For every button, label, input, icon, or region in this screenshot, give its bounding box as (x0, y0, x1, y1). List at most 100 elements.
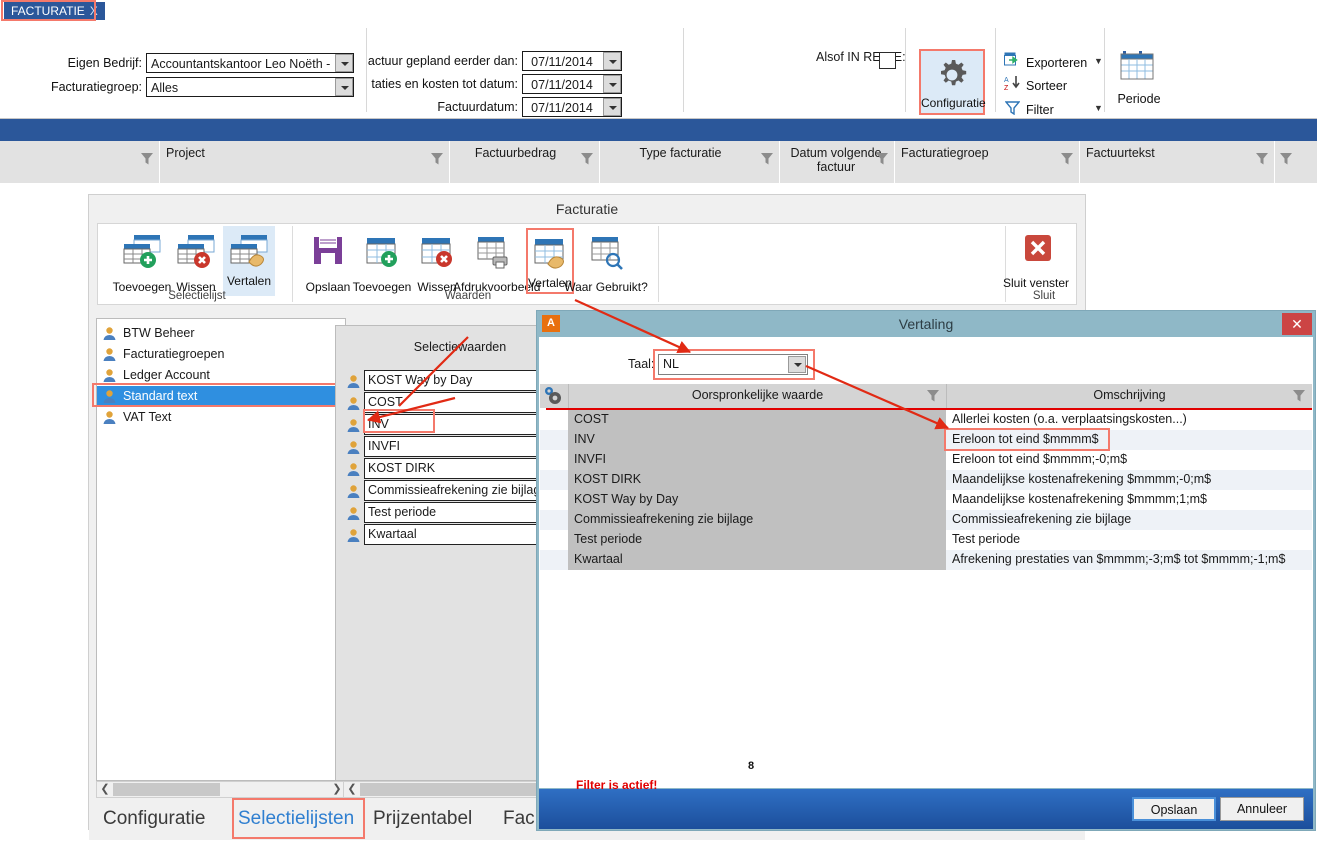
filter-icon[interactable] (580, 152, 594, 166)
filter-icon (1005, 101, 1020, 115)
table-row[interactable]: KOST DIRK Maandelijkse kostenafrekening … (540, 470, 1312, 490)
column-header-factuurbedrag[interactable]: Factuurbedrag (450, 141, 600, 183)
annuleer-button[interactable]: Annuleer (1220, 797, 1304, 821)
svg-text:A: A (1004, 77, 1009, 84)
close-icon[interactable]: ✕ (1282, 313, 1312, 335)
factuurdatum-date[interactable]: 07/11/2014 (522, 97, 622, 117)
column-header-type-facturatie[interactable]: Type facturatie (600, 141, 780, 183)
factuur-gepland-value: 07/11/2014 (523, 53, 601, 71)
tree-hscrollbar[interactable]: ❮ ❯ (96, 781, 346, 798)
waarden-afdrukvoorbeeld-button[interactable]: Afdrukvoorbeeld (471, 232, 515, 275)
row-description[interactable]: Allerlei kosten (o.a. verplaatsingskoste… (946, 410, 1312, 430)
tab-configuratie[interactable]: Configuratie (103, 802, 205, 836)
selectielijst-vertalen-label: Vertalen (209, 274, 289, 288)
chevron-down-icon[interactable] (335, 54, 353, 72)
configuratie-button[interactable]: Configuratie (919, 49, 985, 115)
alsof-in-regie-checkbox[interactable] (879, 52, 896, 69)
user-icon (346, 396, 361, 411)
row-description-highlight (944, 428, 1110, 451)
waarden-opslaan-button[interactable]: Opslaan (306, 232, 350, 275)
column-header-datum-volgende-factuur[interactable]: Datum volgende factuur (780, 141, 895, 183)
vertaling-column-omschrijving[interactable]: Omschrijving (946, 384, 1312, 408)
grid-settings-button[interactable] (540, 384, 568, 408)
waarden-toevoegen-button[interactable]: Toevoegen (360, 232, 404, 275)
column-header-datum-volgende-factuur-label: Datum volgende factuur (782, 146, 890, 174)
scroll-thumb[interactable] (360, 783, 560, 796)
filter-icon[interactable] (140, 152, 154, 166)
sorteer-label[interactable]: Sorteer (1026, 78, 1067, 94)
selectielijst-vertalen-button[interactable]: Vertalen (223, 226, 275, 296)
column-header-factuurtekst[interactable]: Factuurtekst (1080, 141, 1275, 183)
row-description[interactable]: Commissieafrekening zie bijlage (946, 510, 1312, 530)
filter-icon[interactable] (430, 152, 444, 166)
chevron-down-icon[interactable] (603, 52, 621, 70)
chevron-down-icon[interactable] (603, 75, 621, 93)
column-header-facturatiegroep[interactable]: Facturatiegroep (895, 141, 1080, 183)
group-label-sluit: Sluit (1008, 290, 1080, 302)
facturatiegroep-value: Alles (151, 79, 333, 97)
table-delete-icon (174, 232, 218, 272)
window-tab-strip: FACTURATIEX (0, 0, 1317, 23)
row-original: INVFI (568, 450, 946, 470)
tab-prijzentabel[interactable]: Prijzentabel (373, 802, 472, 836)
filter-button[interactable] (1005, 101, 1020, 118)
filter-icon[interactable] (1292, 389, 1306, 403)
chevron-down-icon[interactable] (603, 98, 621, 116)
filter-icon[interactable] (875, 152, 889, 166)
exporteren-label[interactable]: Exporteren (1026, 55, 1087, 71)
chevron-down-icon[interactable] (335, 78, 353, 96)
column-header-project[interactable]: Project (160, 141, 450, 183)
row-description[interactable]: Maandelijkse kostenafrekening $mmmm;-0;m… (946, 470, 1312, 490)
sluit-venster-button[interactable]: Sluit venster (1014, 232, 1058, 271)
blue-separator-band (0, 119, 1317, 141)
tree-item-vat-text[interactable]: VAT Text (97, 407, 345, 428)
tab-fac[interactable]: Fac (503, 802, 535, 836)
scroll-left-icon[interactable]: ❮ (98, 782, 112, 797)
scroll-left-icon[interactable]: ❮ (345, 782, 359, 797)
filter-icon[interactable] (1279, 152, 1293, 166)
tree-item-facturatiegroepen[interactable]: Facturatiegroepen (97, 344, 345, 365)
column-header-blank-left[interactable] (0, 141, 160, 183)
table-row[interactable]: Kwartaal Afrekening prestaties van $mmmm… (540, 550, 1312, 570)
waarden-waar-gebruikt-button[interactable]: Waar Gebruikt? (584, 232, 628, 275)
selectielijst-wissen-button[interactable]: Wissen (174, 232, 218, 275)
opslaan-button[interactable]: Opslaan (1132, 797, 1216, 821)
selectielijst-toevoegen-button[interactable]: Toevoegen (120, 232, 164, 275)
sorteer-button[interactable]: A Z (1004, 75, 1022, 94)
row-description[interactable]: Test periode (946, 530, 1312, 550)
vertaling-column-oorspronkelijke-waarde[interactable]: Oorspronkelijke waarde (568, 384, 946, 408)
filter-label[interactable]: Filter (1026, 102, 1054, 118)
column-header-blank-right[interactable] (1275, 141, 1317, 183)
row-description[interactable]: Maandelijkse kostenafrekening $mmmm;1;m$ (946, 490, 1312, 510)
exporteren-button[interactable] (1004, 52, 1020, 69)
eigen-bedrijf-combo[interactable]: Accountantskantoor Leo Noëth - Na (146, 53, 354, 73)
factuur-gepland-date[interactable]: 07/11/2014 (522, 51, 622, 71)
exporteren-chevron-down-icon[interactable]: ▼ (1094, 56, 1103, 66)
facturatiegroep-combo[interactable]: Alles (146, 77, 354, 97)
vertaling-grid-header: Oorspronkelijke waarde Omschrijving (540, 384, 1312, 408)
taal-combo-highlight (653, 349, 815, 380)
user-icon (346, 462, 361, 477)
sort-az-icon: A Z (1004, 75, 1022, 91)
table-row[interactable]: Commissieafrekening zie bijlage Commissi… (540, 510, 1312, 530)
row-description[interactable]: Ereloon tot eind $mmmm;-0;m$ (946, 450, 1312, 470)
filter-icon[interactable] (1255, 152, 1269, 166)
table-row[interactable]: INVFI Ereloon tot eind $mmmm;-0;m$ (540, 450, 1312, 470)
row-description[interactable]: Afrekening prestaties van $mmmm;-3;m$ to… (946, 550, 1312, 570)
scroll-right-icon[interactable]: ❯ (330, 782, 344, 797)
table-row[interactable]: INV Ereloon tot eind $mmmm$ (540, 430, 1312, 450)
user-icon (346, 374, 361, 389)
user-icon (346, 506, 361, 521)
table-row[interactable]: KOST Way by Day Maandelijkse kostenafrek… (540, 490, 1312, 510)
prestaties-kosten-date[interactable]: 07/11/2014 (522, 74, 622, 94)
tree-item-btw-beheer[interactable]: BTW Beheer (97, 323, 345, 344)
filter-icon[interactable] (760, 152, 774, 166)
filter-icon[interactable] (1060, 152, 1074, 166)
filter-chevron-down-icon[interactable]: ▼ (1094, 103, 1103, 113)
waarden-wissen-button[interactable]: Wissen (415, 232, 459, 275)
periode-button[interactable]: Periode (1110, 50, 1168, 106)
table-row[interactable]: Test periode Test periode (540, 530, 1312, 550)
filter-icon[interactable] (926, 389, 940, 403)
table-row[interactable]: COST Allerlei kosten (o.a. verplaatsings… (540, 410, 1312, 430)
scroll-thumb[interactable] (113, 783, 220, 796)
